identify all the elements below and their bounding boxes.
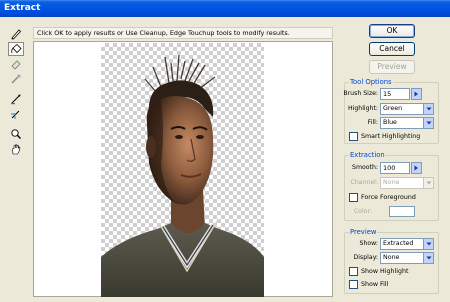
edge-highlighter-tool[interactable]	[8, 27, 24, 41]
fill-row: Fill: Blue	[345, 117, 440, 129]
ok-button[interactable]: OK	[369, 24, 415, 38]
display-row: Display: None	[345, 252, 440, 264]
zoom-tool[interactable]	[8, 127, 24, 141]
fill-label: Fill:	[367, 119, 378, 126]
smooth-popup-button[interactable]	[411, 162, 422, 174]
channel-dropdown-button[interactable]	[423, 177, 434, 189]
preview-title: Preview	[349, 228, 378, 236]
brush-size-field[interactable]: 15	[380, 88, 410, 100]
extracted-portrait-image	[101, 54, 264, 297]
fill-value: Blue	[383, 119, 397, 126]
force-foreground-color-swatch[interactable]	[389, 206, 415, 217]
show-select[interactable]: Extracted	[380, 238, 434, 250]
smooth-label: Smooth:	[352, 164, 378, 171]
smart-highlighting-checkbox[interactable]	[349, 132, 358, 141]
cleanup-tool[interactable]	[8, 92, 24, 106]
show-label: Show:	[359, 240, 378, 247]
fill-select[interactable]: Blue	[380, 117, 434, 129]
chevron-down-icon	[426, 242, 431, 246]
eraser-tool[interactable]	[8, 57, 24, 71]
chevron-down-icon	[426, 107, 431, 111]
preview-button[interactable]: Preview	[369, 60, 415, 74]
edge-touchup-tool[interactable]	[8, 107, 24, 121]
brush-size-row: Brush Size: 15	[343, 88, 440, 100]
brush-size-popup-button[interactable]	[411, 88, 422, 100]
highlight-select[interactable]: Green	[380, 103, 434, 115]
preview-group: Preview Show: Extracted Display: None Sh…	[344, 228, 440, 294]
force-foreground-row: Force Foreground	[345, 192, 440, 204]
hand-tool[interactable]	[8, 142, 24, 156]
chevron-right-icon	[414, 165, 418, 171]
show-dropdown-button[interactable]	[423, 238, 434, 250]
chevron-down-icon	[426, 121, 431, 125]
fill-tool[interactable]	[8, 42, 24, 56]
show-fill-checkbox[interactable]	[349, 280, 358, 289]
show-value: Extracted	[383, 240, 414, 247]
channel-row: Channel: None	[345, 177, 440, 189]
tool-options-title: Tool Options	[349, 78, 393, 86]
chevron-down-icon	[426, 181, 431, 185]
brush-size-label: Brush Size:	[343, 90, 378, 97]
display-select[interactable]: None	[380, 252, 434, 264]
color-label: Color:	[353, 208, 372, 215]
preview-canvas[interactable]	[33, 41, 333, 297]
show-highlight-row: Show Highlight	[345, 266, 440, 278]
chevron-right-icon	[414, 91, 418, 97]
display-label: Display:	[353, 254, 378, 261]
instruction-text: Click OK to apply results or Use Cleanup…	[33, 27, 333, 39]
chevron-down-icon	[426, 256, 431, 260]
edge-highlighter-icon	[11, 29, 22, 40]
extraction-title: Extraction	[349, 151, 386, 159]
channel-label: Channel:	[350, 179, 379, 186]
tool-options-group: Tool Options Brush Size: 15 Highlight: G…	[343, 78, 440, 144]
hand-icon	[12, 144, 21, 155]
force-foreground-checkbox[interactable]	[349, 193, 358, 202]
title-bar: Extract	[0, 0, 450, 17]
eyedropper-tool[interactable]	[8, 72, 24, 86]
smart-highlighting-row: Smart Highlighting	[345, 131, 440, 143]
edge-touchup-icon	[11, 110, 20, 119]
show-fill-row: Show Fill	[345, 279, 440, 291]
highlight-label: Highlight:	[347, 105, 378, 112]
transparency-checkerboard	[101, 43, 264, 297]
cancel-button[interactable]: Cancel	[369, 42, 415, 56]
zoom-icon	[11, 129, 21, 139]
window-title: Extract	[4, 3, 41, 13]
show-fill-label: Show Fill	[361, 281, 389, 288]
show-highlight-label: Show Highlight	[361, 268, 409, 275]
show-row: Show: Extracted	[345, 238, 440, 250]
cleanup-icon	[11, 94, 21, 105]
highlight-value: Green	[383, 105, 403, 112]
smooth-row: Smooth: 100	[345, 162, 440, 174]
show-highlight-checkbox[interactable]	[349, 267, 358, 276]
force-foreground-label: Force Foreground	[361, 194, 416, 201]
display-dropdown-button[interactable]	[423, 252, 434, 264]
highlight-dropdown-button[interactable]	[423, 103, 434, 115]
eyedropper-icon	[11, 74, 21, 84]
fill-dropdown-button[interactable]	[423, 117, 434, 129]
highlight-row: Highlight: Green	[345, 103, 440, 115]
extraction-group: Extraction Smooth: 100 Channel: None For…	[344, 151, 440, 221]
display-value: None	[383, 254, 400, 261]
color-row: Color:	[345, 206, 440, 218]
eraser-icon	[11, 60, 21, 70]
smart-highlighting-label: Smart Highlighting	[361, 133, 421, 140]
channel-select[interactable]: None	[380, 177, 434, 189]
fill-bucket-icon	[11, 43, 22, 54]
smooth-field[interactable]: 100	[380, 162, 410, 174]
toolbox	[8, 27, 26, 157]
channel-value: None	[383, 179, 400, 186]
